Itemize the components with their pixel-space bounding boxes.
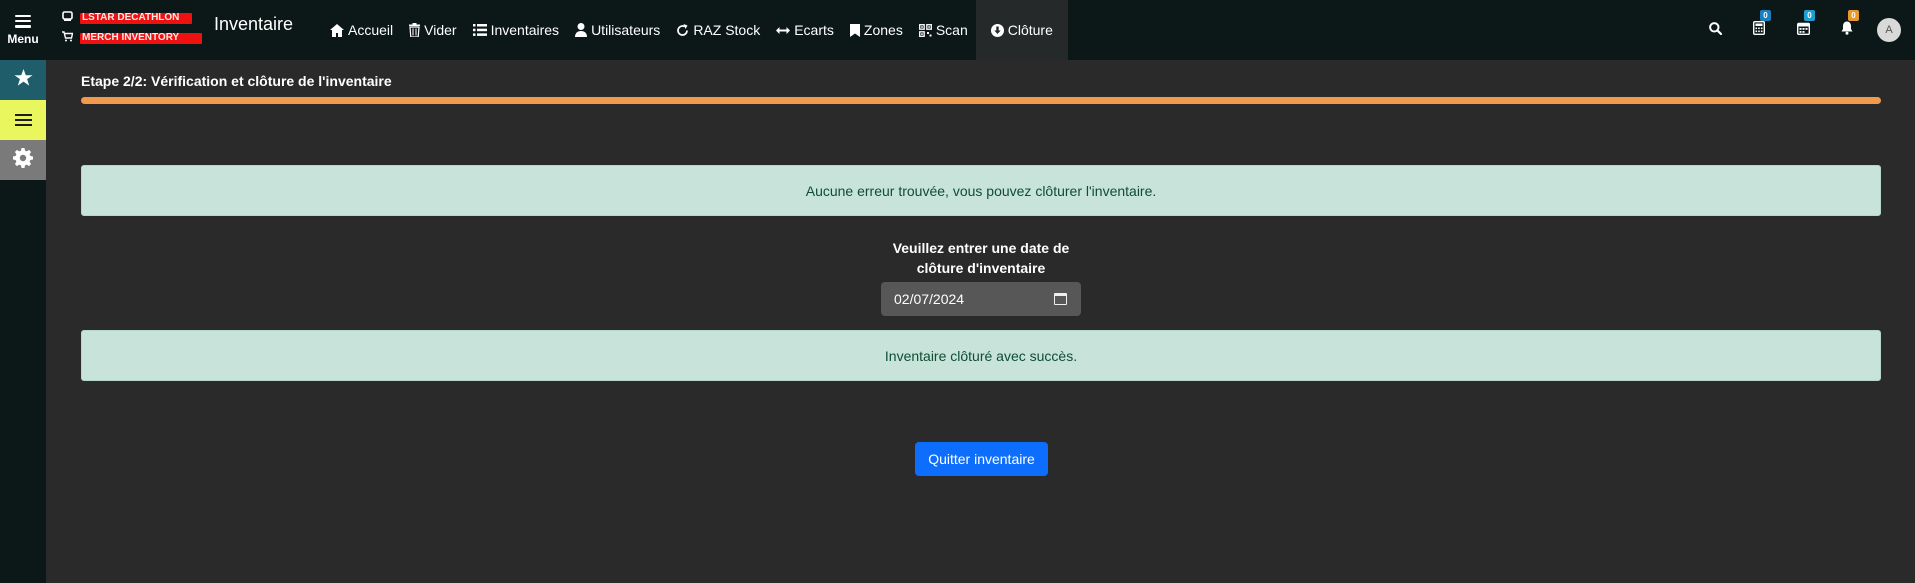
calendar-picker-icon[interactable] (1054, 293, 1067, 305)
user-icon (575, 23, 588, 37)
app-title: Inventaire (214, 14, 294, 34)
sidebar-menu[interactable] (0, 100, 46, 140)
notifications-button[interactable]: 0 (1825, 0, 1869, 60)
user-avatar[interactable]: A (1877, 18, 1901, 42)
nav-label: Clôture (1007, 22, 1053, 38)
nav-utilisateurs[interactable]: Utilisateurs (567, 0, 668, 60)
nav-label: Inventaires (490, 22, 560, 38)
qrcode-icon (918, 23, 932, 37)
nav-label: Ecarts (794, 22, 834, 38)
list-icon (472, 24, 487, 36)
nav-scan[interactable]: Scan (911, 0, 976, 60)
date-value: 02/07/2024 (894, 291, 965, 307)
hamburger-icon (15, 14, 31, 28)
closing-date-label: Veuillez entrer une date de clôture d'in… (892, 240, 1070, 276)
closing-date-group: Veuillez entrer une date de clôture d'in… (881, 238, 1081, 316)
trash-icon (409, 23, 421, 37)
step-title: Etape 2/2: Vérification et clôture de l'… (81, 73, 392, 89)
calendar-badge: 0 (1804, 10, 1815, 21)
sidebar-settings[interactable] (0, 140, 46, 180)
nav-vider[interactable]: Vider (401, 0, 464, 60)
sidebar-favorites[interactable] (0, 60, 46, 100)
home-icon (330, 23, 344, 37)
search-button[interactable] (1693, 0, 1737, 60)
menu-button[interactable]: Menu (0, 0, 46, 60)
search-icon (1708, 21, 1722, 39)
main-nav: Accueil Vider Inventaires Utilisateurs R… (322, 0, 1068, 60)
menu-label: Menu (7, 31, 39, 46)
alert-success: Inventaire clôturé avec succès. (81, 330, 1881, 381)
bookmark-icon (849, 23, 860, 37)
nav-raz-stock[interactable]: RAZ Stock (668, 0, 768, 60)
calculator-badge: 0 (1760, 10, 1771, 21)
nav-label: Zones (863, 22, 903, 38)
nav-inventaires[interactable]: Inventaires (465, 0, 567, 60)
quit-inventory-button[interactable]: Quitter inventaire (915, 442, 1048, 476)
nav-accueil[interactable]: Accueil (322, 0, 401, 60)
notifications-badge: 0 (1848, 10, 1859, 21)
merchant-name-redacted: MERCH INVENTORY (80, 32, 202, 44)
calendar-icon (1796, 22, 1810, 39)
toolbar-right: 0 0 0 A (1693, 0, 1915, 60)
gear-icon (13, 147, 33, 173)
progress-bar (81, 97, 1881, 104)
arrows-horizontal-icon (776, 26, 791, 35)
list-icon (14, 114, 32, 126)
nav-label: Scan (935, 22, 968, 38)
star-icon (14, 68, 33, 92)
nav-label: Vider (424, 22, 457, 38)
refresh-icon (676, 23, 689, 37)
top-navbar: Menu LSTAR DECATHLON MERCH INVENTORY Inv… (0, 0, 1915, 60)
nav-cloture[interactable]: Clôture (975, 0, 1068, 60)
store-name-redacted: LSTAR DECATHLON (80, 12, 192, 24)
calculator-icon (1752, 20, 1766, 39)
calendar-button[interactable]: 0 (1781, 0, 1825, 60)
alert-no-error: Aucune erreur trouvée, vous pouvez clôtu… (81, 165, 1881, 216)
left-sidebar (0, 60, 46, 583)
download-circle-icon (990, 23, 1004, 37)
closing-date-input[interactable]: 02/07/2024 (881, 282, 1081, 316)
nav-ecarts[interactable]: Ecarts (768, 0, 842, 60)
progress-fill (81, 97, 1881, 104)
bell-icon (1841, 21, 1853, 39)
nav-zones[interactable]: Zones (842, 0, 911, 60)
cart-icon (62, 31, 76, 45)
nav-label: RAZ Stock (693, 22, 761, 38)
store-selector[interactable]: LSTAR DECATHLON MERCH INVENTORY (62, 8, 212, 48)
nav-label: Utilisateurs (591, 22, 661, 38)
nav-label: Accueil (348, 22, 394, 38)
store-icon (62, 11, 76, 25)
calculator-button[interactable]: 0 (1737, 0, 1781, 60)
